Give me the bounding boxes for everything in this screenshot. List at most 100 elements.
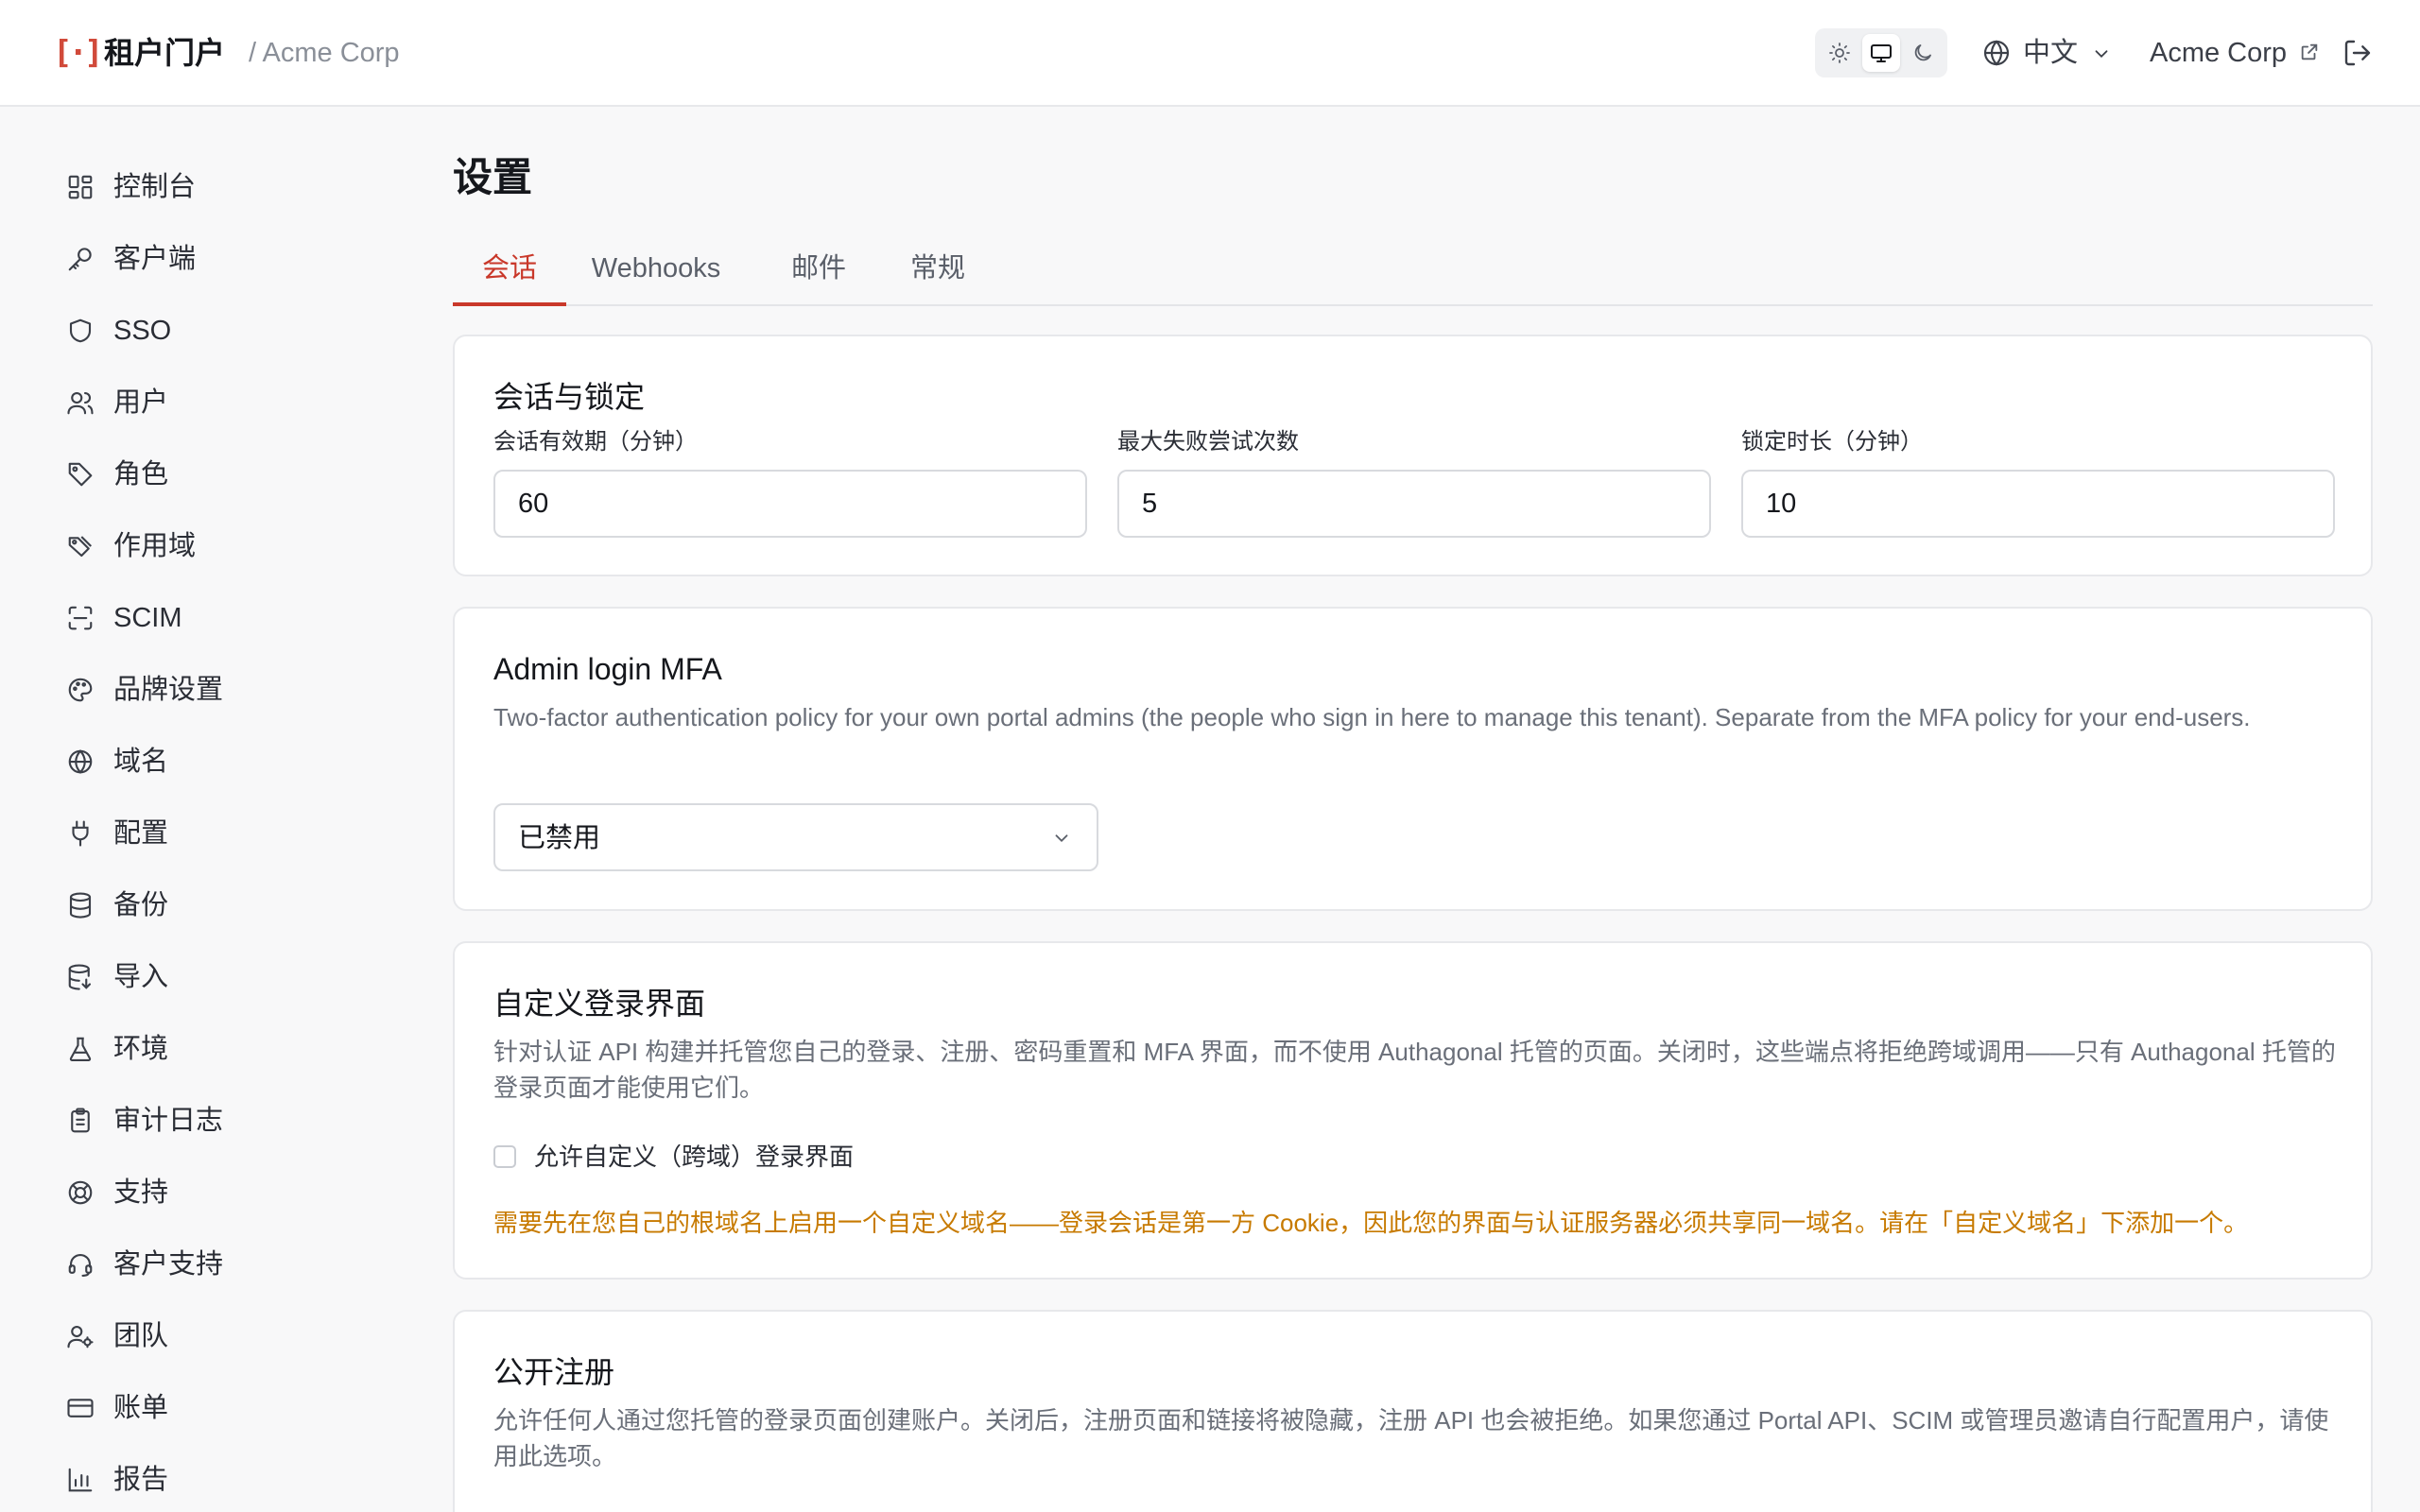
custom-domain-warning: 需要先在您自己的根域名上启用一个自定义域名——登录会话是第一方 Cookie，因… — [493, 1209, 2249, 1237]
public-signup-title: 公开注册 — [493, 1355, 615, 1389]
lifebuoy-icon — [68, 1180, 93, 1205]
sidebar-item-branding[interactable]: 品牌设置 — [53, 662, 393, 718]
credit-card-icon — [67, 1399, 94, 1418]
globe-icon — [68, 749, 93, 774]
language-label: 中文 — [2023, 38, 2079, 68]
monitor-icon — [1871, 44, 1892, 62]
external-link-icon — [2301, 43, 2318, 60]
sidebar-item-label: 审计日志 — [113, 1106, 224, 1136]
custom-login-ui-card: 自定义登录界面 针对认证 API 构建并托管您自己的登录、注册、密码重置和 MF… — [453, 941, 2373, 1280]
allow-custom-login-label[interactable]: 允许自定义（跨域）登录界面 — [534, 1140, 854, 1174]
tab-session[interactable]: 会话 — [453, 238, 566, 306]
sidebar-item-import[interactable]: 导入 — [53, 949, 393, 1005]
sidebar-item-support[interactable]: 支持 — [53, 1164, 393, 1221]
sidebar-item-label: SCIM — [113, 603, 182, 633]
dark-theme-button[interactable] — [1904, 34, 1942, 72]
session-lockout-card: 会话与锁定 会话有效期（分钟） 最大失败尝试次数 锁定时长（分钟） — [453, 335, 2373, 576]
sidebar-item-label: 环境 — [113, 1034, 169, 1064]
database-import-icon — [68, 964, 92, 990]
public-signup-description: 允许任何人通过您托管的登录页面创建账户。关闭后，注册页面和链接将被隐藏，注册 A… — [493, 1406, 2329, 1470]
admin-mfa-title: Admin login MFA — [493, 652, 722, 686]
bar-chart-icon — [68, 1468, 93, 1492]
sidebar-item-audit-log[interactable]: 审计日志 — [53, 1092, 393, 1149]
sidebar-item-label: 客户支持 — [113, 1249, 224, 1280]
sidebar-item-label: 用户 — [113, 387, 169, 418]
sun-icon — [1829, 43, 1850, 63]
allow-custom-login-checkbox[interactable] — [493, 1145, 516, 1168]
language-selector[interactable]: 中文 — [1981, 32, 2114, 74]
sidebar-item-provisioning[interactable]: 配置 — [53, 805, 393, 862]
tag-icon — [68, 462, 93, 487]
sidebar-item-label: SSO — [113, 316, 172, 346]
max-attempts-input[interactable] — [1117, 470, 1711, 538]
sidebar-item-sso[interactable]: SSO — [53, 302, 393, 359]
tenant-link-label: Acme Corp — [2150, 38, 2288, 68]
session-card-title: 会话与锁定 — [493, 380, 646, 414]
sidebar-item-backups[interactable]: 备份 — [53, 877, 393, 934]
sidebar-item-label: 品牌设置 — [113, 675, 224, 705]
logout-icon — [2344, 40, 2371, 66]
admin-mfa-select[interactable]: 已禁用 — [493, 803, 1098, 871]
sidebar-item-environments[interactable]: 环境 — [53, 1021, 393, 1077]
session-timeout-input[interactable] — [493, 470, 1087, 538]
public-signup-card: 公开注册 允许任何人通过您托管的登录页面创建账户。关闭后，注册页面和链接将被隐藏… — [453, 1310, 2373, 1512]
logout-button[interactable] — [2342, 38, 2373, 68]
admin-mfa-card: Admin login MFA Two-factor authenticatio… — [453, 607, 2373, 911]
sidebar-item-billing[interactable]: 账单 — [53, 1380, 393, 1436]
brand-logo-icon: [·] — [53, 34, 103, 72]
tags-icon — [68, 536, 93, 558]
plug-icon — [72, 820, 89, 847]
sidebar-item-clients[interactable]: 客户端 — [53, 231, 393, 287]
sidebar-item-label: 配置 — [113, 818, 169, 849]
lockout-duration-label: 锁定时长（分钟） — [1741, 429, 1923, 455]
database-icon — [69, 892, 92, 919]
tab-email[interactable]: 邮件 — [786, 238, 852, 306]
dashboard-icon — [68, 175, 93, 199]
flask-icon — [69, 1037, 92, 1061]
tenant-external-link[interactable]: Acme Corp — [2150, 32, 2324, 74]
sidebar-item-team[interactable]: 团队 — [53, 1308, 393, 1365]
sidebar-item-label: 团队 — [113, 1321, 169, 1351]
sidebar-item-scim[interactable]: SCIM — [53, 590, 393, 646]
scan-icon — [68, 606, 93, 630]
key-icon — [68, 248, 92, 271]
sidebar-item-scopes[interactable]: 作用域 — [53, 518, 393, 575]
sidebar-item-users[interactable]: 用户 — [53, 374, 393, 431]
sidebar-item-label: 控制台 — [113, 172, 197, 202]
sidebar-item-label: 域名 — [113, 747, 169, 777]
tab-webhooks[interactable]: Webhooks — [585, 238, 727, 306]
brand-name: 租户门户 — [104, 36, 226, 70]
sidebar-item-label: 导入 — [113, 962, 169, 992]
users-icon — [67, 391, 94, 415]
theme-switcher — [1815, 28, 1947, 77]
lockout-duration-input[interactable] — [1741, 470, 2335, 538]
sidebar-item-customer-support[interactable]: 客户支持 — [53, 1236, 393, 1293]
page-title: 设置 — [453, 155, 533, 199]
clipboard-icon — [71, 1108, 90, 1133]
sidebar-item-label: 客户端 — [113, 244, 197, 274]
tab-general[interactable]: 常规 — [905, 238, 971, 306]
shield-icon — [69, 318, 92, 343]
tenant-breadcrumb: / Acme Corp — [249, 38, 400, 68]
chevron-down-icon — [1055, 834, 1068, 843]
sidebar-item-reports[interactable]: 报告 — [53, 1452, 393, 1508]
session-timeout-label: 会话有效期（分钟） — [493, 429, 698, 455]
palette-icon — [68, 678, 93, 702]
sidebar-item-domains[interactable]: 域名 — [53, 733, 393, 790]
sidebar-item-dashboard[interactable]: 控制台 — [53, 159, 393, 215]
sidebar-item-label: 备份 — [113, 890, 169, 920]
admin-mfa-select-value: 已禁用 — [518, 823, 601, 853]
sidebar: 控制台 客户端 SSO 用户 角色 作用域 SCIM 品牌设置 域名 配置 备份 — [0, 109, 416, 1512]
chevron-down-icon — [2095, 50, 2108, 59]
sidebar-item-roles[interactable]: 角色 — [53, 446, 393, 503]
globe-icon — [1983, 40, 2010, 66]
sidebar-item-label: 角色 — [113, 459, 169, 490]
sidebar-item-label: 账单 — [113, 1393, 169, 1423]
moon-icon — [1914, 44, 1931, 61]
system-theme-button[interactable] — [1862, 34, 1900, 72]
settings-tabs: 会话 Webhooks 邮件 常规 — [453, 238, 2373, 306]
top-bar: [·] 租户门户 / Acme Corp 中文 Acme Corp — [0, 0, 2420, 107]
custom-login-description: 针对认证 API 构建并托管您自己的登录、注册、密码重置和 MFA 界面，而不使… — [493, 1038, 2336, 1102]
light-theme-button[interactable] — [1821, 34, 1858, 72]
admin-mfa-description: Two-factor authentication policy for you… — [493, 703, 2251, 731]
